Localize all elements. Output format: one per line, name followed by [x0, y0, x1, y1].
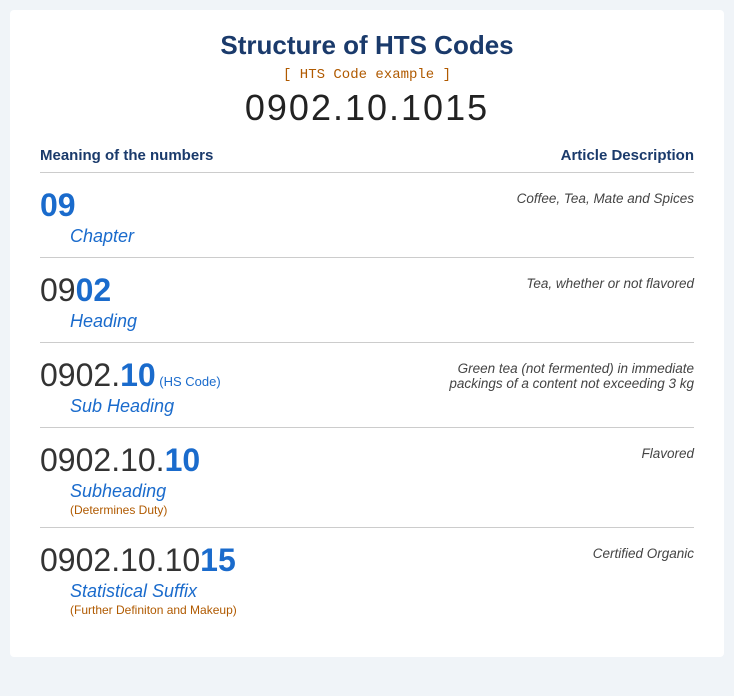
header-meaning: Meaning of the numbers — [40, 147, 213, 164]
header-description: Article Description — [561, 147, 694, 164]
code-prefix-suffix: 0902.10.10 — [40, 542, 200, 578]
hts-code-display: 0902.10.1015 — [40, 87, 694, 129]
code-prefix-duty: 0902.10. — [40, 442, 165, 478]
code-display-subheading: 0902.10 (HS Code) — [40, 357, 400, 394]
section-left-duty: 0902.10.10 Subheading (Determines Duty) — [40, 442, 400, 517]
section-label-duty: Subheading — [70, 481, 400, 502]
section-description-heading: Tea, whether or not flavored — [419, 272, 694, 291]
section-label-suffix: Statistical Suffix — [70, 581, 400, 602]
code-highlight-heading: 02 — [76, 272, 112, 308]
section-sublabel-duty: (Determines Duty) — [70, 503, 400, 517]
section-description-duty: Flavored — [419, 442, 694, 461]
table-row: 0902.10.10 Subheading (Determines Duty) … — [40, 427, 694, 527]
code-highlight-subheading: 10 — [120, 357, 156, 393]
code-display-suffix: 0902.10.1015 — [40, 542, 400, 579]
section-description-subheading: Green tea (not fermented) in immediate p… — [419, 357, 694, 391]
code-display-chapter: 09 — [40, 187, 400, 224]
hs-code-label: (HS Code) — [156, 374, 221, 389]
code-display-heading: 0902 — [40, 272, 400, 309]
section-left-chapter: 09 Chapter — [40, 187, 400, 247]
section-description-suffix: Certified Organic — [419, 542, 694, 561]
section-left-subheading: 0902.10 (HS Code) Sub Heading — [40, 357, 400, 417]
code-prefix-heading: 09 — [40, 272, 76, 308]
table-row: 0902 Heading Tea, whether or not flavore… — [40, 257, 694, 342]
code-highlight-chapter: 09 — [40, 187, 76, 223]
table-header: Meaning of the numbers Article Descripti… — [40, 147, 694, 172]
section-label-subheading: Sub Heading — [70, 396, 400, 417]
code-display-duty: 0902.10.10 — [40, 442, 400, 479]
section-description-chapter: Coffee, Tea, Mate and Spices — [419, 187, 694, 206]
table-row: 0902.10 (HS Code) Sub Heading Green tea … — [40, 342, 694, 427]
main-card: Structure of HTS Codes [ HTS Code exampl… — [10, 10, 724, 657]
section-left-suffix: 0902.10.1015 Statistical Suffix (Further… — [40, 542, 400, 617]
page-title: Structure of HTS Codes — [40, 30, 694, 61]
table-row: 09 Chapter Coffee, Tea, Mate and Spices — [40, 172, 694, 257]
section-label-chapter: Chapter — [70, 226, 400, 247]
table-row: 0902.10.1015 Statistical Suffix (Further… — [40, 527, 694, 627]
code-prefix-subheading: 0902. — [40, 357, 120, 393]
section-left-heading: 0902 Heading — [40, 272, 400, 332]
section-sublabel-suffix: (Further Definiton and Makeup) — [70, 603, 400, 617]
subtitle-bracket: [ HTS Code example ] — [40, 67, 694, 83]
code-highlight-duty: 10 — [165, 442, 201, 478]
code-highlight-suffix: 15 — [200, 542, 236, 578]
section-label-heading: Heading — [70, 311, 400, 332]
